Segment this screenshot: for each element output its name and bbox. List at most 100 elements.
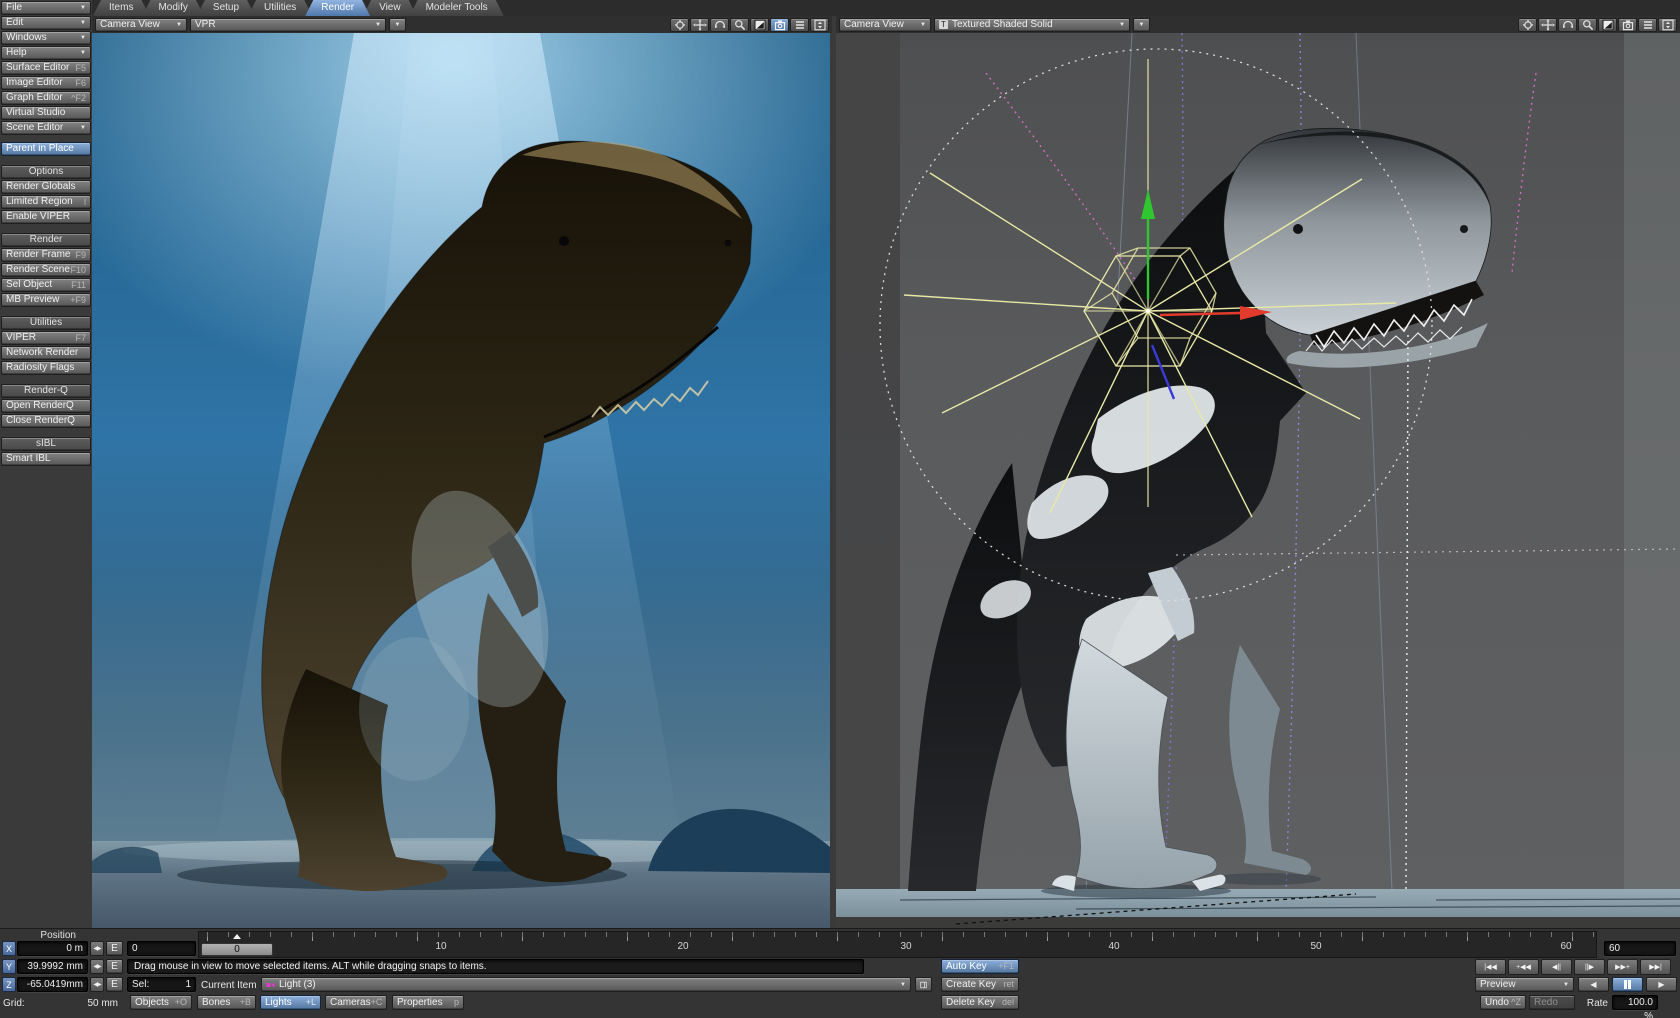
rotate-icon[interactable]: [1558, 18, 1577, 32]
x-envelope-button[interactable]: E: [106, 941, 123, 956]
sidebar-button-viper[interactable]: VIPERF7: [1, 331, 91, 345]
right-viewport-header: Camera View▼ TTextured Shaded Solid▼ ▼: [836, 16, 1680, 33]
pan-icon[interactable]: [690, 18, 709, 32]
delete-key-button[interactable]: Delete Keydel: [941, 995, 1019, 1010]
minmax-icon[interactable]: [1598, 18, 1617, 32]
camera-icon[interactable]: [1618, 18, 1637, 32]
sidebar-button-smart-ibl[interactable]: Smart IBL: [1, 452, 91, 466]
properties-button[interactable]: Propertiesp: [392, 995, 464, 1010]
chevron-down-icon: ▼: [80, 50, 86, 56]
pan-icon[interactable]: [1538, 18, 1557, 32]
z-envelope-button[interactable]: E: [106, 977, 123, 992]
tab-view[interactable]: View: [363, 0, 417, 16]
previous-key-button[interactable]: +◀◀: [1508, 959, 1539, 975]
sidebar-button-render-frame[interactable]: Render FrameF9: [1, 248, 91, 262]
sidebar-button-render-scene[interactable]: Render SceneF10: [1, 263, 91, 277]
list-icon[interactable]: [1638, 18, 1657, 32]
undo-button[interactable]: Undo^Z: [1480, 995, 1526, 1010]
section-header-sibl: sIBL: [1, 437, 91, 451]
cameras-button[interactable]: Cameras+C: [325, 995, 387, 1010]
sidebar: File▼ Edit▼ Windows▼ Help ▼ Surface Edito…: [0, 0, 92, 928]
current-item-dropdown[interactable]: Light (3) ▼: [261, 977, 911, 992]
sidebar-button-mb-preview[interactable]: MB Preview+F9: [1, 293, 91, 307]
right-viewport-toolbar: [1518, 18, 1677, 32]
preview-dropdown[interactable]: Preview▼: [1475, 977, 1574, 992]
item-panel-button[interactable]: [915, 977, 932, 992]
sidebar-button-surface-editor[interactable]: Surface EditorF5: [1, 61, 91, 75]
go-to-start-button[interactable]: |◀◀: [1475, 959, 1506, 975]
sidebar-button-scene-editor[interactable]: Scene Editor▼: [1, 121, 91, 135]
sidebar-button-open-renderq[interactable]: Open RenderQ: [1, 399, 91, 413]
zoom-icon[interactable]: [1578, 18, 1597, 32]
tab-modify[interactable]: Modify: [142, 0, 203, 16]
sidebar-button-close-renderq[interactable]: Close RenderQ: [1, 414, 91, 428]
right-view-mode-dropdown[interactable]: Camera View▼: [839, 18, 931, 32]
sidebar-button-virtual-studio[interactable]: Virtual Studio: [1, 106, 91, 120]
left-viewport-options-dropdown[interactable]: ▼: [389, 18, 406, 32]
x-axis-chip[interactable]: X: [2, 941, 16, 956]
sidebar-button-enable-viper[interactable]: Enable VIPER: [1, 210, 91, 224]
tab-setup[interactable]: Setup: [197, 0, 255, 16]
z-position-field[interactable]: -65.0419mm: [17, 977, 88, 992]
right-viewport-options-dropdown[interactable]: ▼: [1133, 18, 1150, 32]
pause-button[interactable]: [1612, 977, 1643, 992]
timeline-slider[interactable]: 0: [201, 943, 273, 956]
maximize-icon[interactable]: [1658, 18, 1677, 32]
lights-button[interactable]: Lights+L: [260, 995, 321, 1010]
create-key-button[interactable]: Create Keyret: [941, 977, 1019, 992]
sidebar-button-graph-editor[interactable]: Graph Editor^F2: [1, 91, 91, 105]
menu-windows[interactable]: Windows▼: [1, 31, 91, 45]
zoom-icon[interactable]: [730, 18, 749, 32]
maximize-icon[interactable]: [810, 18, 829, 32]
menu-edit[interactable]: Edit▼: [1, 16, 91, 30]
camera-icon[interactable]: [770, 18, 789, 32]
sidebar-button-sel-object[interactable]: Sel ObjectF11: [1, 278, 91, 292]
current-frame-field[interactable]: 0: [127, 941, 196, 956]
menu-label: Help: [6, 48, 27, 58]
chevron-down-icon: ▼: [80, 5, 86, 11]
bones-button[interactable]: Bones+B: [197, 995, 256, 1010]
y-axis-chip[interactable]: Y: [2, 959, 16, 974]
sidebar-button-network-render[interactable]: Network Render: [1, 346, 91, 360]
left-viewport[interactable]: [92, 33, 830, 928]
tab-render[interactable]: Render: [305, 0, 370, 16]
tab-items[interactable]: Items: [93, 0, 149, 16]
z-axis-chip[interactable]: Z: [2, 977, 16, 992]
play-reverse-button[interactable]: ◀: [1578, 977, 1609, 992]
list-icon[interactable]: [790, 18, 809, 32]
sidebar-button-limited-region[interactable]: Limited Regionl: [1, 195, 91, 209]
z-stepper[interactable]: ◀▶: [90, 977, 104, 992]
center-icon[interactable]: [670, 18, 689, 32]
objects-button[interactable]: Objects+O: [130, 995, 192, 1010]
next-key-button[interactable]: ▶▶+: [1607, 959, 1638, 975]
step-forward-button[interactable]: ||▶: [1574, 959, 1605, 975]
x-stepper[interactable]: ◀▶: [90, 941, 104, 956]
sidebar-button-image-editor[interactable]: Image EditorF6: [1, 76, 91, 90]
sidebar-button-radiosity-flags[interactable]: Radiosity Flags: [1, 361, 91, 375]
rate-field[interactable]: 100.0 %: [1612, 995, 1658, 1010]
left-view-mode-dropdown[interactable]: Camera View▼: [95, 18, 187, 32]
y-stepper[interactable]: ◀▶: [90, 959, 104, 974]
step-back-button[interactable]: ◀||: [1541, 959, 1572, 975]
go-to-end-button[interactable]: ▶▶|: [1640, 959, 1671, 975]
center-icon[interactable]: [1518, 18, 1537, 32]
auto-key-button[interactable]: Auto Key+F1: [941, 959, 1019, 974]
sidebar-button-parent-in-place[interactable]: Parent in Place: [1, 142, 91, 156]
rotate-icon[interactable]: [710, 18, 729, 32]
play-forward-button[interactable]: ▶: [1646, 977, 1677, 992]
y-position-field[interactable]: 39.9992 mm: [17, 959, 88, 974]
right-render-mode-dropdown[interactable]: TTextured Shaded Solid▼: [934, 18, 1130, 32]
tab-utilities[interactable]: Utilities: [248, 0, 312, 16]
minmax-icon[interactable]: [750, 18, 769, 32]
left-render-mode-dropdown[interactable]: VPR▼: [190, 18, 386, 32]
tab-modeler-tools[interactable]: Modeler Tools: [410, 0, 504, 16]
redo-button[interactable]: Redo: [1529, 995, 1575, 1010]
menu-file[interactable]: File▼: [1, 1, 91, 15]
timeline-ruler[interactable]: 0 10 20 30 40 50 60: [198, 931, 1597, 958]
menu-help[interactable]: Help ▼: [1, 46, 91, 60]
x-position-field[interactable]: 0 m: [17, 941, 88, 956]
right-viewport[interactable]: [836, 33, 1680, 928]
sidebar-button-render-globals[interactable]: Render Globals: [1, 180, 91, 194]
y-envelope-button[interactable]: E: [106, 959, 123, 974]
end-frame-field[interactable]: 60: [1604, 941, 1676, 956]
